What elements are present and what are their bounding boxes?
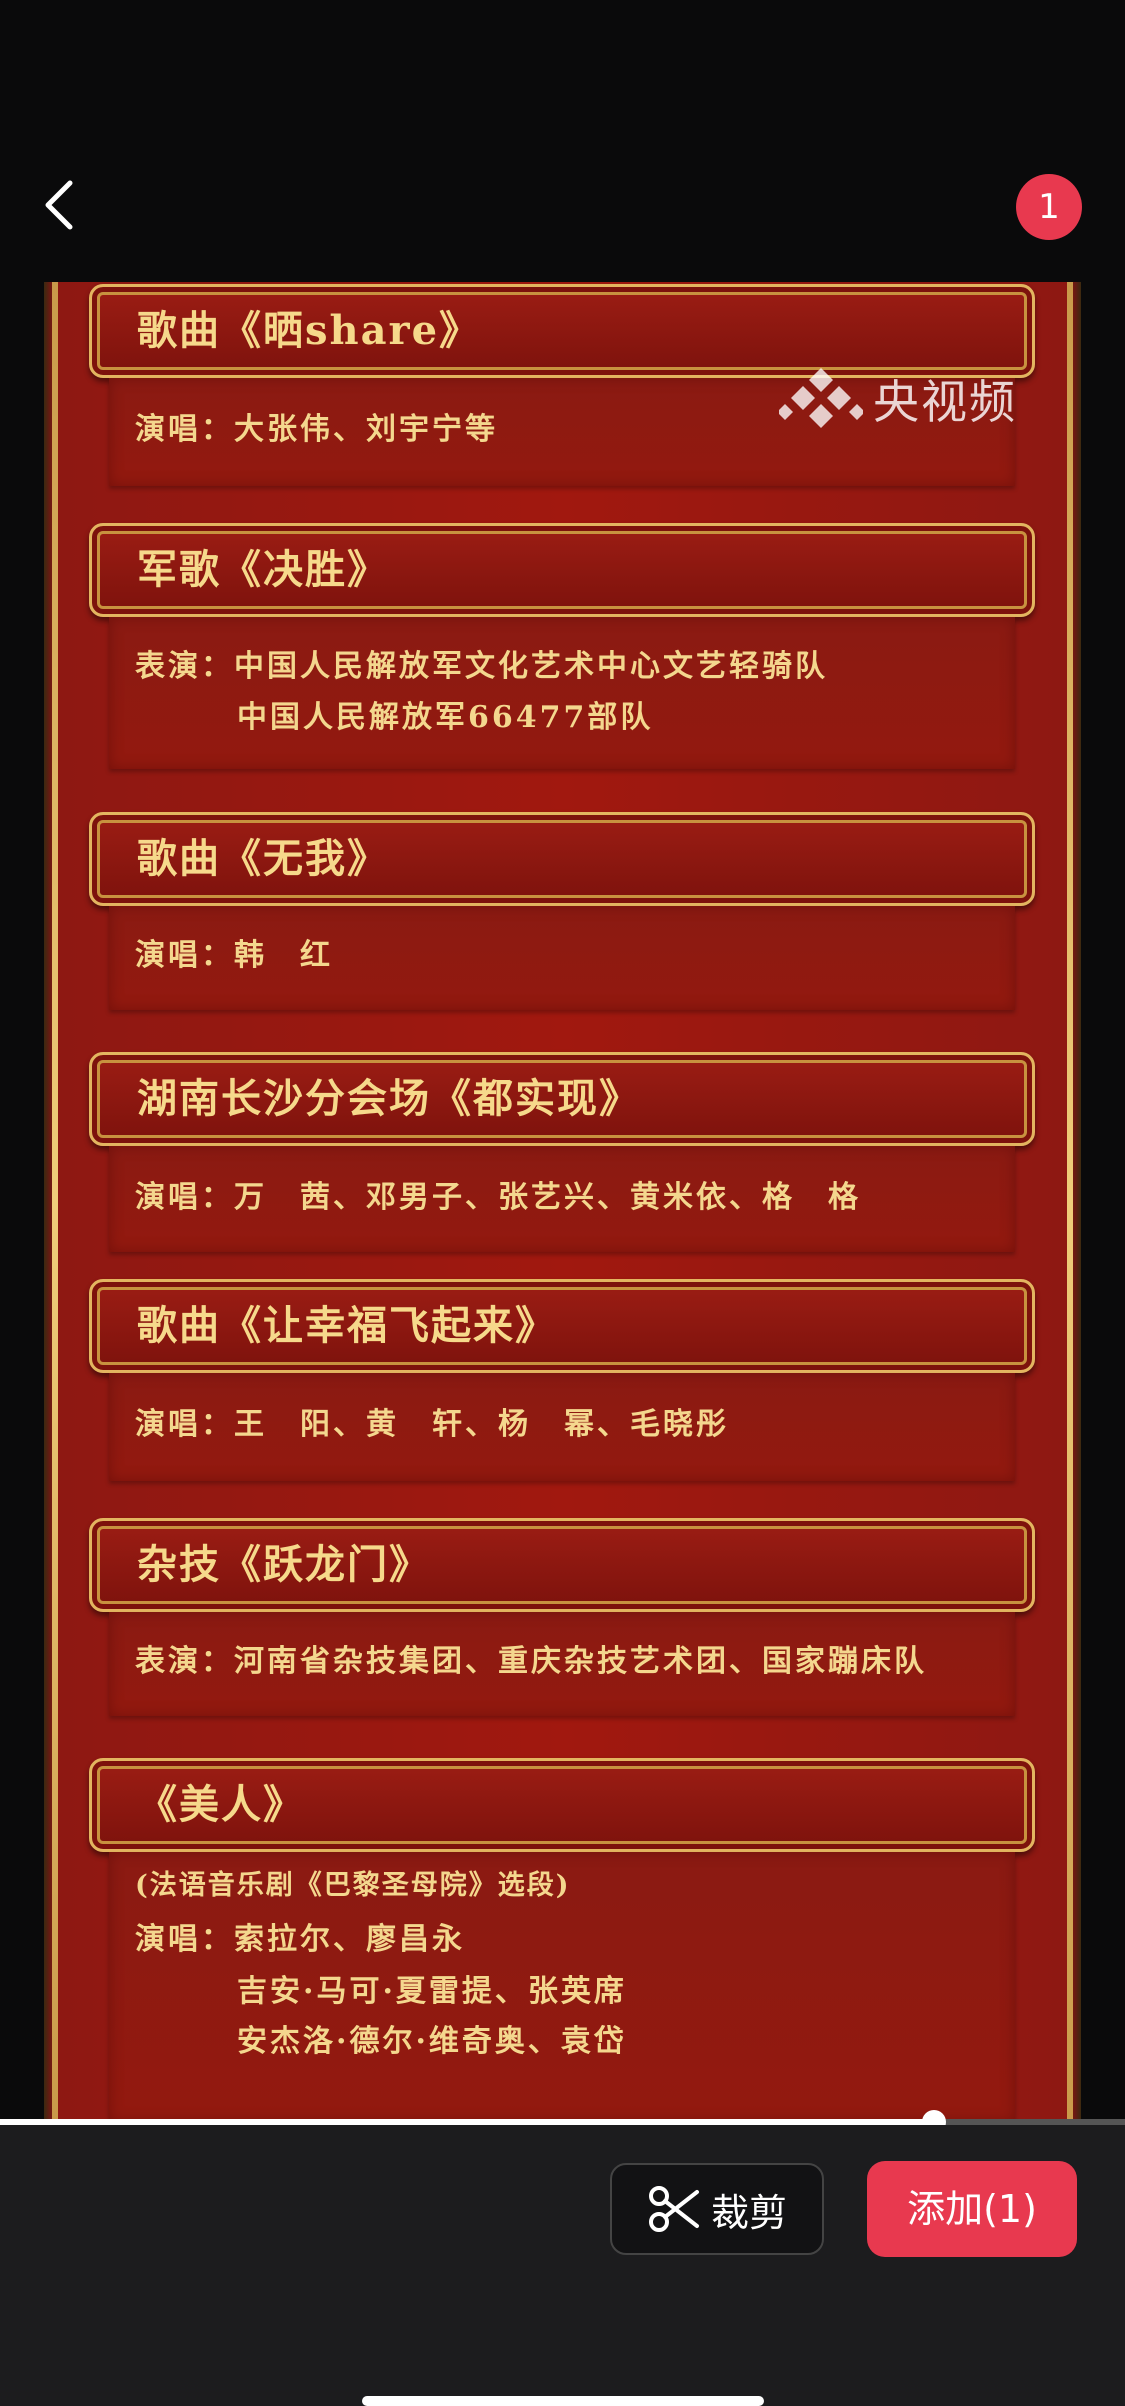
performer-panel: 演唱：万 茜、邓男子、张艺兴、黄米依、格 格	[109, 1146, 1015, 1252]
program-title: 《美人》	[137, 1781, 305, 1828]
program-title-banner: 杂技《跃龙门》	[89, 1518, 1035, 1612]
performer-panel: (法语音乐剧《巴黎圣母院》选段) 演唱：索拉尔、廖昌永 吉安·马可·夏雷提、张英…	[109, 1852, 1015, 2122]
performer-panel: 演唱：王 阳、黄 轩、杨 幂、毛晓彤	[109, 1373, 1015, 1481]
performer-line: 演唱：韩 红	[135, 938, 333, 973]
watermark-text: 央视频	[873, 375, 1017, 429]
program-title-banner: 军歌《决胜》	[89, 523, 1035, 617]
program-title: 军歌《决胜》	[137, 546, 389, 593]
program-section: 歌曲《无我》 演唱：韩 红	[89, 812, 1035, 1010]
program-section: 湖南长沙分会场《都实现》 演唱：万 茜、邓男子、张艺兴、黄米依、格 格	[89, 1052, 1035, 1252]
performer-panel: 表演：中国人民解放军文化艺术中心文艺轻骑队 中国人民解放军66477部队	[109, 617, 1015, 769]
performer-line: 表演：中国人民解放军文化艺术中心文艺轻骑队	[135, 649, 828, 684]
cctv-video-watermark: 央视频	[779, 364, 1039, 434]
performer-line: 表演：河南省杂技集团、重庆杂技艺术团、国家蹦床队	[135, 1644, 927, 1679]
program-title-banner: 歌曲《让幸福飞起来》	[89, 1279, 1035, 1373]
performer-line: 吉安·马可·夏雷提、张英席	[237, 1974, 627, 2009]
crop-label: 裁剪	[710, 2190, 787, 2235]
performer-line: 演唱：索拉尔、廖昌永	[135, 1922, 465, 1957]
chevron-left-icon	[45, 180, 73, 230]
program-title: 杂技《跃龙门》	[137, 1541, 431, 1588]
performer-line: 安杰洛·德尔·维奇奥、袁岱	[237, 2024, 627, 2059]
program-title-banner: 湖南长沙分会场《都实现》	[89, 1052, 1035, 1146]
scissors-icon	[648, 2186, 699, 2232]
program-title-banner: 歌曲《无我》	[89, 812, 1035, 906]
cctv-video-logo-icon	[779, 368, 863, 428]
selection-count-badge[interactable]: 1	[1016, 174, 1082, 240]
program-section: 军歌《决胜》 表演：中国人民解放军文化艺术中心文艺轻骑队 中国人民解放军6647…	[89, 523, 1035, 769]
home-indicator	[362, 2396, 764, 2406]
program-section: 歌曲《让幸福飞起来》 演唱：王 阳、黄 轩、杨 幂、毛晓彤	[89, 1279, 1035, 1481]
performer-line: 演唱：大张伟、刘宇宁等	[135, 412, 498, 447]
crop-button[interactable]: 裁剪	[610, 2163, 824, 2255]
add-button[interactable]: 添加(1)	[867, 2161, 1077, 2257]
performer-note: (法语音乐剧《巴黎圣母院》选段)	[135, 1870, 571, 1901]
performer-line: 演唱：王 阳、黄 轩、杨 幂、毛晓彤	[135, 1407, 729, 1442]
program-section: 《美人》 (法语音乐剧《巴黎圣母院》选段) 演唱：索拉尔、廖昌永 吉安·马可·夏…	[89, 1758, 1035, 2122]
performer-line: 演唱：万 茜、邓男子、张艺兴、黄米依、格 格	[135, 1180, 861, 1215]
back-button[interactable]	[30, 170, 90, 240]
program-section: 杂技《跃龙门》 表演：河南省杂技集团、重庆杂技艺术团、国家蹦床队	[89, 1518, 1035, 1716]
program-title: 歌曲《晒share》	[137, 307, 482, 354]
program-title-banner: 《美人》	[89, 1758, 1035, 1852]
program-title: 歌曲《无我》	[137, 835, 389, 882]
performer-panel: 演唱：韩 红	[109, 906, 1015, 1010]
program-title: 湖南长沙分会场《都实现》	[137, 1075, 641, 1122]
program-title: 歌曲《让幸福飞起来》	[137, 1302, 557, 1349]
bottom-toolbar: 裁剪 添加(1)	[0, 2125, 1125, 2406]
performer-panel: 表演：河南省杂技集团、重庆杂技艺术团、国家蹦床队	[109, 1612, 1015, 1716]
poster-image: 歌曲《晒share》 演唱：大张伟、刘宇宁等 央视频 军歌《决胜》 表演：中国人…	[44, 282, 1081, 2122]
performer-line: 中国人民解放军66477部队	[237, 700, 654, 735]
